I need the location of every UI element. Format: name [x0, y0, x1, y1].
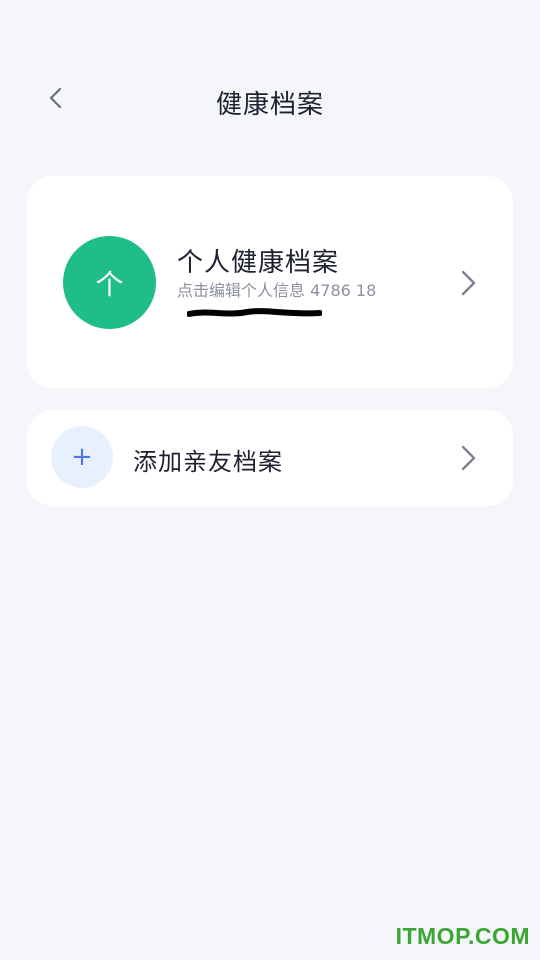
- page-title: 健康档案: [215, 90, 324, 120]
- avatar: 个: [63, 236, 156, 329]
- add-family-record-card[interactable]: + 添加亲友档案: [27, 410, 513, 506]
- header: 健康档案: [0, 70, 540, 130]
- personal-record-subtitle: 点击编辑个人信息 4786 18: [177, 281, 377, 300]
- personal-health-record-card[interactable]: 个 个人健康档案 点击编辑个人信息 4786 18: [27, 176, 513, 388]
- plus-icon: +: [51, 426, 113, 488]
- chevron-right-icon: [457, 268, 479, 298]
- redaction-scribble: [187, 308, 322, 317]
- chevron-right-icon: [457, 443, 479, 473]
- add-family-record-title: 添加亲友档案: [133, 448, 283, 476]
- health-records-page: 健康档案 个 个人健康档案 点击编辑个人信息 4786 18 + 添加亲友档案 …: [0, 0, 540, 960]
- personal-record-title: 个人健康档案: [177, 248, 340, 278]
- watermark: ITMOP.COM: [395, 923, 530, 949]
